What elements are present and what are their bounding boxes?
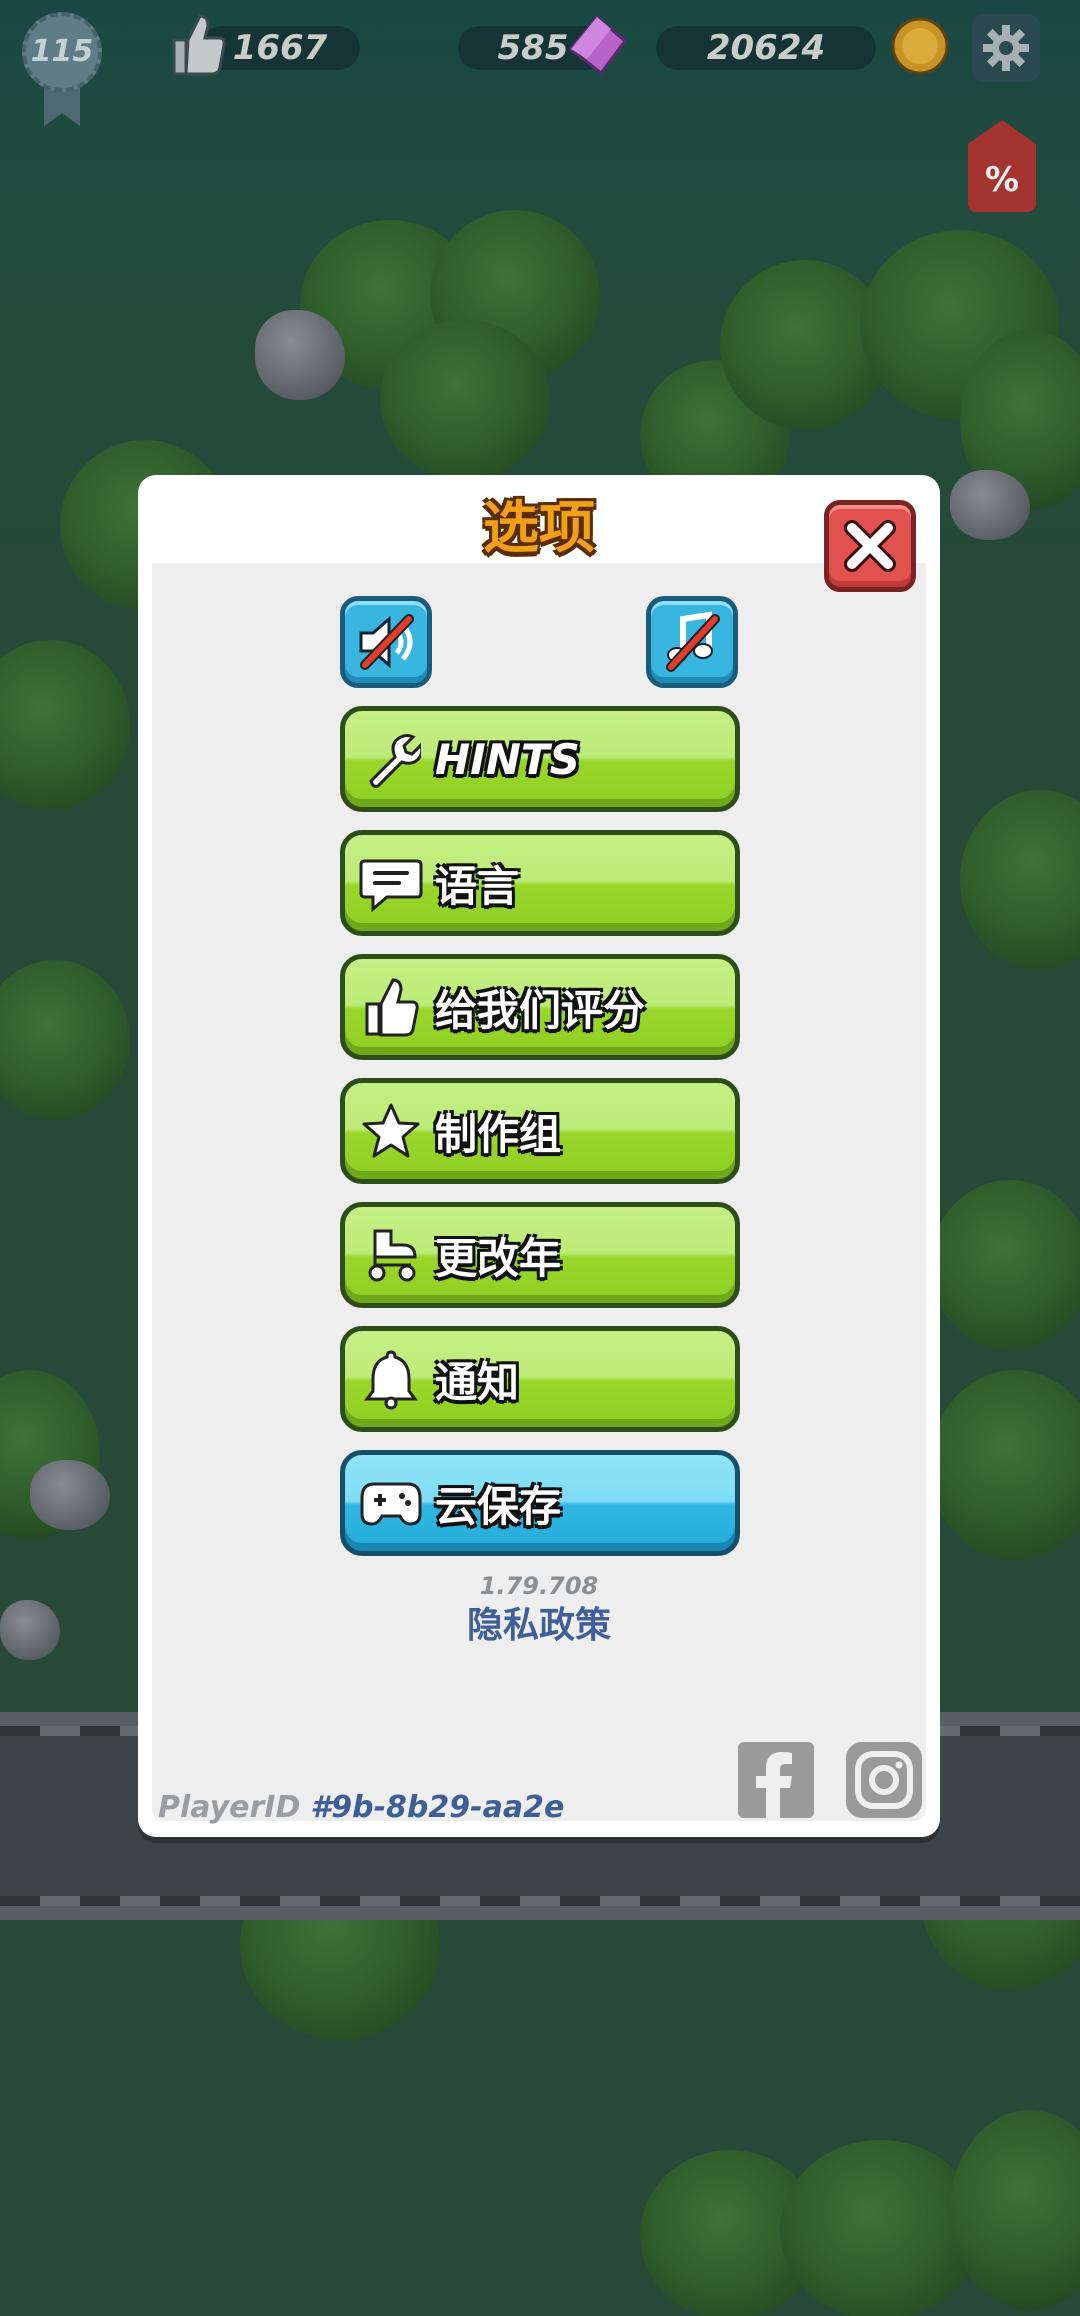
hints-label: HINTS [435, 734, 580, 784]
notifications-button[interactable]: 通知 [340, 1326, 740, 1432]
language-button[interactable]: 语言 [340, 830, 740, 936]
thumbs-up-icon [359, 975, 423, 1039]
gem-icon [562, 10, 632, 80]
hints-button[interactable]: HINTS [340, 706, 740, 812]
close-button[interactable] [824, 500, 916, 592]
gamepad-icon [359, 1471, 423, 1535]
percent-icon: % [984, 160, 1020, 200]
instagram-icon [855, 1751, 913, 1809]
rate-us-label: 给我们评分 [435, 985, 646, 1035]
change-year-label: 更改年 [435, 1233, 562, 1283]
cloud-save-button[interactable]: 云保存 [340, 1450, 740, 1556]
level-number: 115 [30, 34, 94, 69]
cloud-save-label: 云保存 [435, 1481, 562, 1531]
star-icon [359, 1099, 423, 1163]
player-id-value: #9b-8b29-aa2e [310, 1790, 565, 1825]
thumbs-up-icon [164, 8, 228, 80]
coins-counter: 20624 [656, 26, 876, 70]
close-icon [844, 520, 896, 572]
rate-us-button[interactable]: 给我们评分 [340, 954, 740, 1060]
change-year-button[interactable]: 更改年 [340, 1202, 740, 1308]
music-muted-icon [666, 611, 720, 672]
speaker-muted-icon [359, 614, 414, 670]
chat-bubble-icon [359, 851, 423, 915]
player-id-label: PlayerID [158, 1790, 301, 1825]
level-badge[interactable]: 115 [22, 12, 102, 126]
coin-icon [888, 14, 952, 78]
music-toggle[interactable] [646, 596, 738, 688]
stroller-icon [359, 1223, 423, 1287]
settings-button[interactable] [972, 14, 1040, 82]
language-label: 语言 [435, 861, 520, 911]
sound-toggle[interactable] [340, 596, 432, 688]
credits-button[interactable]: 制作组 [340, 1078, 740, 1184]
notifications-label: 通知 [435, 1357, 520, 1407]
facebook-icon [738, 1742, 814, 1818]
facebook-button[interactable] [738, 1742, 814, 1818]
wrench-icon [359, 727, 423, 791]
player-id: PlayerID #9b-8b29-aa2e [158, 1790, 564, 1825]
privacy-policy-link[interactable]: 隐私政策 [138, 1596, 940, 1648]
dialog-title: 选项 [483, 496, 595, 561]
gear-icon [983, 25, 1029, 71]
bell-icon [359, 1347, 423, 1411]
credits-label: 制作组 [435, 1109, 562, 1159]
instagram-button[interactable] [846, 1742, 922, 1818]
